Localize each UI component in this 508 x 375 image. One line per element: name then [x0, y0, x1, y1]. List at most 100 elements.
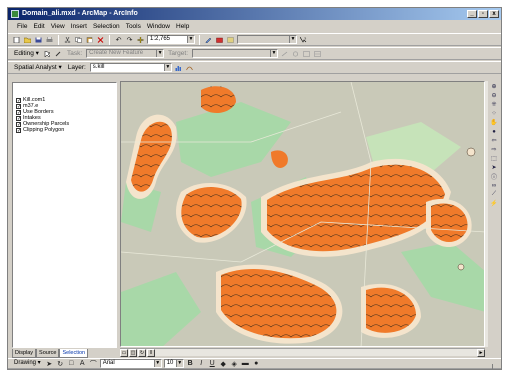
select-elements-icon[interactable]: ➤: [45, 359, 54, 368]
tab-display[interactable]: Display: [12, 349, 37, 358]
open-folder-icon[interactable]: [23, 35, 32, 44]
marker-color-icon[interactable]: ●: [252, 359, 261, 368]
menu-file[interactable]: File: [14, 21, 30, 32]
rotate-icon[interactable]: ↻: [56, 359, 65, 368]
chevron-down-icon[interactable]: ▼: [156, 50, 164, 57]
layer-visibility-checkbox[interactable]: ✓: [16, 127, 21, 133]
print-icon[interactable]: [45, 35, 54, 44]
line-color-icon[interactable]: ▬: [241, 359, 250, 368]
undo-icon[interactable]: ↶: [114, 35, 123, 44]
menu-edit[interactable]: Edit: [30, 21, 47, 32]
edit-pointer-icon[interactable]: [43, 49, 52, 58]
measure-icon[interactable]: ⟋: [490, 191, 498, 198]
spatial-analyst-toolbar: Spatial Analyst ▾ Layer: s.kill ▼: [8, 61, 501, 74]
data-view-icon[interactable]: ◫: [129, 349, 137, 357]
close-button[interactable]: x: [489, 10, 499, 18]
layout-view-icon[interactable]: ▭: [120, 349, 128, 357]
split-tool-icon[interactable]: [280, 49, 289, 58]
layer-visibility-checkbox[interactable]: ✓: [16, 103, 21, 109]
chevron-down-icon[interactable]: ▼: [175, 360, 183, 367]
menu-tools[interactable]: Tools: [123, 21, 144, 32]
full-extent-globe-icon[interactable]: ●: [490, 128, 498, 135]
delete-icon[interactable]: [96, 35, 105, 44]
pan-hand-icon[interactable]: ✋: [490, 119, 498, 126]
copy-icon[interactable]: [74, 35, 83, 44]
new-document-icon[interactable]: [12, 35, 21, 44]
contour-tool-icon[interactable]: [185, 63, 194, 72]
scroll-right-icon[interactable]: ►: [477, 349, 485, 357]
chevron-down-icon[interactable]: ▼: [270, 50, 277, 57]
whats-this-help-icon[interactable]: ?: [299, 35, 308, 44]
map-display[interactable]: [120, 81, 485, 347]
geocode-combo[interactable]: ▼: [237, 35, 297, 44]
maximize-button[interactable]: ▫: [478, 10, 488, 18]
intake-point[interactable]: [466, 147, 476, 157]
minimize-button[interactable]: _: [467, 10, 477, 18]
chevron-down-icon[interactable]: ▼: [187, 36, 194, 43]
redo-icon[interactable]: ↷: [125, 35, 134, 44]
identify-icon[interactable]: ⓘ: [490, 173, 498, 181]
find-binoculars-icon[interactable]: ∞: [490, 182, 498, 189]
chevron-down-icon[interactable]: ▼: [289, 36, 296, 43]
fill-color-icon[interactable]: ◈: [230, 359, 239, 368]
arctoolbox-icon[interactable]: [215, 35, 224, 44]
add-data-icon[interactable]: [136, 35, 145, 44]
attributes-icon[interactable]: [302, 49, 311, 58]
forward-extent-icon[interactable]: ⇨: [490, 146, 498, 153]
menu-view[interactable]: View: [48, 21, 68, 32]
target-combo[interactable]: ▼: [192, 49, 278, 58]
menu-window[interactable]: Window: [144, 21, 173, 32]
back-extent-icon[interactable]: ⇦: [490, 137, 498, 144]
underline-button[interactable]: U: [208, 359, 217, 368]
font-combo[interactable]: Arial ▼: [99, 359, 162, 368]
fixed-zoom-out-icon[interactable]: ⁘: [490, 110, 498, 117]
layer-combo[interactable]: s.kill ▼: [89, 63, 172, 72]
zoom-in-icon[interactable]: ⊕: [490, 83, 498, 90]
intake-point[interactable]: [457, 263, 465, 271]
tab-selection[interactable]: Selection: [59, 349, 89, 358]
rectangle-icon[interactable]: □: [67, 359, 76, 368]
font-size-combo[interactable]: 10 ▼: [163, 359, 184, 368]
toc-tabs: Display Source Selection: [12, 349, 117, 358]
refresh-view-icon[interactable]: ↻: [138, 349, 146, 357]
menu-help[interactable]: Help: [173, 21, 192, 32]
tab-source[interactable]: Source: [36, 349, 60, 358]
menu-selection[interactable]: Selection: [90, 21, 123, 32]
arccatalog-icon[interactable]: [226, 35, 235, 44]
drawing-menu[interactable]: Drawing ▾: [12, 358, 43, 369]
bold-button[interactable]: B: [186, 359, 195, 368]
hyperlink-icon[interactable]: ⚡: [490, 200, 498, 207]
map-horizontal-scrollbar[interactable]: ▭ ◫ ↻ ‖ ►: [120, 348, 485, 357]
spatial-analyst-menu[interactable]: Spatial Analyst ▾: [12, 62, 64, 73]
sketch-tool-icon[interactable]: [54, 49, 63, 58]
toc-layer-row[interactable]: ✓ Clipping Polygon: [16, 127, 116, 133]
fixed-zoom-in-icon[interactable]: ⁜: [490, 101, 498, 108]
edit-vertices-icon[interactable]: ⌒: [89, 359, 98, 368]
select-features-icon[interactable]: ⬚: [490, 155, 498, 162]
paste-icon[interactable]: [85, 35, 94, 44]
save-icon[interactable]: [34, 35, 43, 44]
layer-visibility-checkbox[interactable]: ✓: [16, 115, 21, 121]
editor-menu[interactable]: Editing ▾: [12, 48, 41, 59]
histogram-icon[interactable]: [174, 63, 183, 72]
cut-icon[interactable]: [63, 35, 72, 44]
italic-button[interactable]: I: [197, 359, 206, 368]
chevron-down-icon[interactable]: ▼: [163, 64, 171, 71]
layer-visibility-checkbox[interactable]: ✓: [16, 121, 21, 127]
editor-toolbar-icon[interactable]: [204, 35, 213, 44]
chevron-down-icon[interactable]: ▼: [153, 360, 161, 367]
rotate-tool-icon[interactable]: [291, 49, 300, 58]
layer-name: Clipping Polygon: [23, 127, 65, 133]
text-tool-icon[interactable]: A: [78, 359, 87, 368]
layer-visibility-checkbox[interactable]: ✓: [16, 97, 21, 103]
font-color-icon[interactable]: ◆: [219, 359, 228, 368]
map-scale-combo[interactable]: 1:2,765 ▼: [147, 35, 195, 44]
pause-draw-icon[interactable]: ‖: [147, 349, 155, 357]
sketch-properties-icon[interactable]: [313, 49, 322, 58]
task-combo[interactable]: Create New Feature ▼: [86, 49, 165, 58]
task-value: Create New Feature: [89, 50, 144, 56]
select-elements-icon[interactable]: ➤: [490, 164, 498, 171]
layer-visibility-checkbox[interactable]: ✓: [16, 109, 21, 115]
zoom-out-icon[interactable]: ⊖: [490, 92, 498, 99]
menu-insert[interactable]: Insert: [68, 21, 90, 32]
